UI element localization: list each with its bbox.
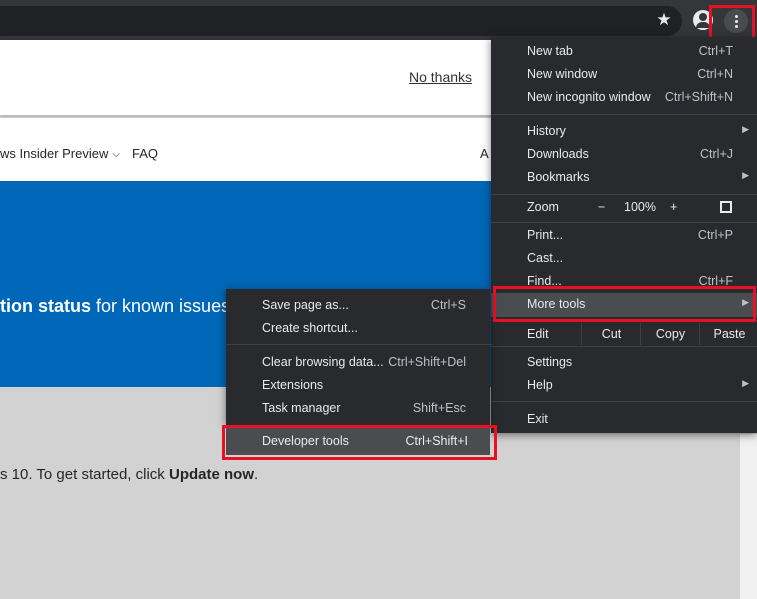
exit-label: Exit xyxy=(527,412,548,426)
clear-data-shortcut: Ctrl+Shift+Del xyxy=(388,355,466,369)
cast-label: Cast... xyxy=(527,251,564,265)
menu-settings[interactable]: Settings xyxy=(491,351,757,374)
no-thanks-link[interactable]: No thanks xyxy=(409,69,472,85)
new-tab-shortcut: Ctrl+T xyxy=(698,44,733,58)
body-post: . xyxy=(253,466,259,483)
menu-new-incognito[interactable]: New incognito window Ctrl+Shift+N xyxy=(491,86,757,109)
downloads-shortcut: Ctrl+J xyxy=(700,147,733,161)
more-tools-submenu: Save page as... Ctrl+S Create shortcut...… xyxy=(226,289,492,425)
paste-button[interactable]: Paste xyxy=(699,323,757,345)
menu-new-tab[interactable]: New tab Ctrl+T xyxy=(491,40,757,63)
submenu-save-page[interactable]: Save page as... Ctrl+S xyxy=(226,294,490,317)
print-label: Print... xyxy=(527,228,564,242)
save-page-shortcut: Ctrl+S xyxy=(430,298,466,312)
zoom-level: 100% xyxy=(624,200,656,214)
zoom-label: Zoom xyxy=(527,200,559,214)
new-window-label: New window xyxy=(527,67,598,81)
fullscreen-icon[interactable] xyxy=(720,201,732,213)
highlight-more-tools xyxy=(493,286,756,322)
menu-help[interactable]: Help ▶ xyxy=(491,374,757,397)
save-page-label: Save page as... xyxy=(262,298,349,312)
settings-label: Settings xyxy=(527,355,573,369)
clear-data-label: Clear browsing data... xyxy=(262,355,384,369)
new-incognito-label: New incognito window xyxy=(527,90,651,104)
menu-downloads[interactable]: Downloads Ctrl+J xyxy=(491,143,757,166)
extensions-label: Extensions xyxy=(262,378,324,392)
submenu-task-manager[interactable]: Task manager Shift+Esc xyxy=(226,397,490,420)
new-tab-label: New tab xyxy=(527,44,573,58)
submenu-create-shortcut[interactable]: Create shortcut... xyxy=(226,317,490,340)
task-manager-label: Task manager xyxy=(262,401,341,415)
body-pre: s 10. To get started, click xyxy=(0,466,169,483)
submenu-clear-data[interactable]: Clear browsing data... Ctrl+Shift+Del xyxy=(226,351,490,374)
bookmark-star-icon[interactable]: ★ xyxy=(654,10,674,30)
menu-exit[interactable]: Exit xyxy=(491,408,757,431)
submenu-arrow-icon: ▶ xyxy=(742,170,749,180)
menu-history[interactable]: History ▶ xyxy=(491,120,757,143)
menu-print[interactable]: Print... Ctrl+P xyxy=(491,224,757,247)
menu-new-window[interactable]: New window Ctrl+N xyxy=(491,63,757,86)
history-label: History xyxy=(527,124,566,138)
submenu-arrow-icon: ▶ xyxy=(742,124,749,134)
hero-text: tion status for known issues xyxy=(0,296,230,317)
nav-insider-preview[interactable]: ws Insider Preview ⌵ xyxy=(0,146,120,161)
menu-separator xyxy=(491,346,757,347)
submenu-extensions[interactable]: Extensions xyxy=(226,374,490,397)
new-window-shortcut: Ctrl+N xyxy=(697,67,733,81)
chrome-main-menu: New tab Ctrl+T New window Ctrl+N New incog… xyxy=(491,37,757,433)
menu-separator xyxy=(491,401,757,402)
menu-edit-row: Edit Cut Copy Paste xyxy=(491,323,757,345)
bookmarks-label: Bookmarks xyxy=(527,170,590,184)
hero-bold: tion status xyxy=(0,296,92,316)
downloads-label: Downloads xyxy=(527,147,589,161)
print-shortcut: Ctrl+P xyxy=(697,228,733,242)
menu-separator xyxy=(491,194,757,195)
help-label: Help xyxy=(527,378,553,392)
zoom-out-button[interactable]: − xyxy=(598,200,605,214)
cut-button[interactable]: Cut xyxy=(581,323,641,345)
nav-cut-item[interactable]: A xyxy=(480,146,489,161)
update-now-text: Update now xyxy=(168,466,254,483)
nav-insider-label: ws Insider Preview xyxy=(0,146,109,161)
edit-label: Edit xyxy=(527,327,549,341)
copy-button[interactable]: Copy xyxy=(640,323,700,345)
page-scrollbar[interactable] xyxy=(740,434,757,599)
submenu-arrow-icon: ▶ xyxy=(742,378,749,388)
menu-separator xyxy=(491,114,757,115)
address-bar[interactable] xyxy=(0,6,682,36)
body-text: s 10. To get started, click Update now. xyxy=(0,466,258,483)
chevron-down-icon: ⌵ xyxy=(112,149,120,160)
menu-bookmarks[interactable]: Bookmarks ▶ xyxy=(491,166,757,189)
zoom-in-button[interactable]: + xyxy=(670,200,677,214)
menu-separator xyxy=(491,222,757,223)
highlight-developer-tools xyxy=(222,425,497,460)
menu-cast[interactable]: Cast... xyxy=(491,247,757,270)
hero-rest: for known issues xyxy=(91,296,231,316)
task-manager-shortcut: Shift+Esc xyxy=(412,401,466,415)
new-incognito-shortcut: Ctrl+Shift+N xyxy=(664,90,733,104)
browser-toolbar: ★ xyxy=(0,0,757,40)
menu-separator xyxy=(226,344,492,345)
create-shortcut-label: Create shortcut... xyxy=(262,321,358,335)
nav-faq[interactable]: FAQ xyxy=(132,146,158,161)
